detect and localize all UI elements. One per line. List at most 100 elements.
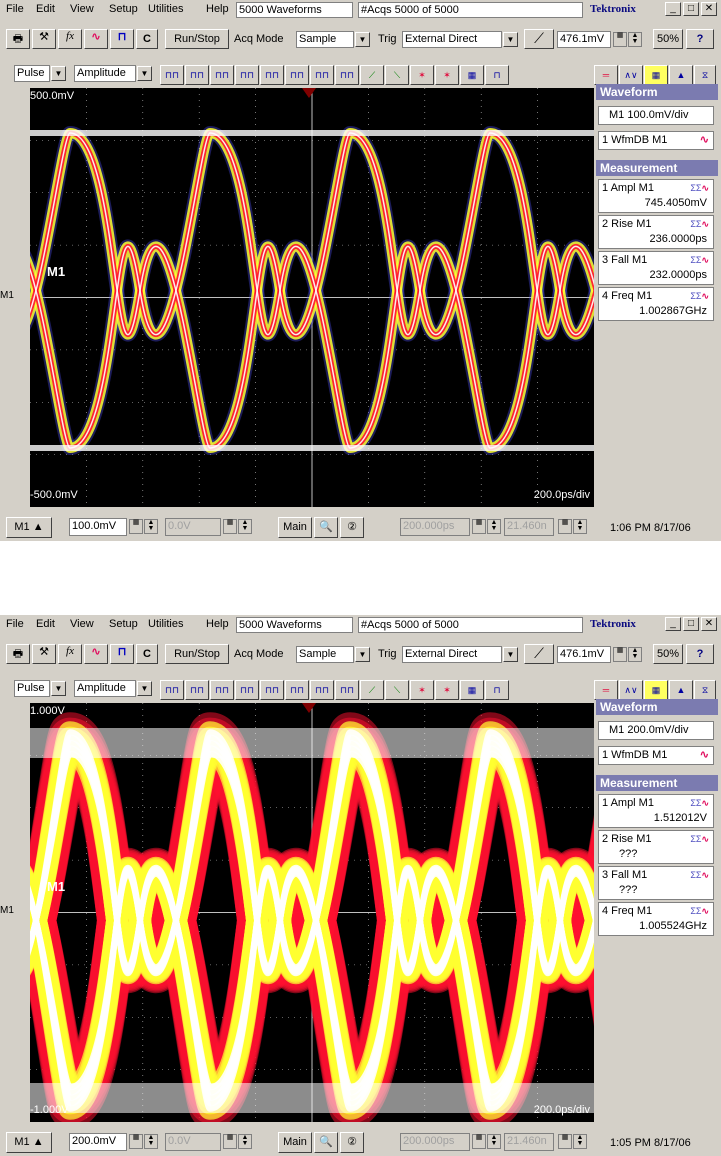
chevron-down-icon[interactable]: ▼	[137, 66, 152, 81]
spin-icon[interactable]: ▲ ▼	[487, 519, 501, 534]
tools-icon[interactable]: ⚒	[32, 644, 56, 664]
rise-meas-icon[interactable]: ⟋	[360, 680, 384, 700]
pulse-meas-icon[interactable]: ⊓	[485, 65, 509, 85]
horizontal-position-field[interactable]: 200.000ps	[400, 1133, 470, 1151]
histogram-icon[interactable]: ▲	[669, 65, 693, 85]
trigger-level-field[interactable]: 476.1mV	[557, 31, 611, 48]
c-button[interactable]: C	[136, 644, 158, 664]
pulse-meas-icon[interactable]: ⊓⊓	[285, 680, 309, 700]
fall-meas-icon[interactable]: ⟍	[385, 65, 409, 85]
histogram-icon[interactable]: ▦	[460, 65, 484, 85]
wfmdb-row[interactable]: 1 WfmDB M1 ∿	[598, 131, 714, 150]
trigger-position-marker[interactable]	[302, 88, 316, 98]
measurement-type-select[interactable]: Amplitude	[74, 680, 136, 697]
printer-icon[interactable]: 🖶	[6, 644, 30, 664]
measurement-row[interactable]: 1 Ampl M1 ΣΣ∿ 745.4050mV	[598, 179, 714, 213]
delay-field[interactable]: 21.460n	[504, 1133, 554, 1151]
histogram-icon[interactable]: ▲	[669, 680, 693, 700]
pulse-meas-icon[interactable]: ⊓⊓	[185, 680, 209, 700]
spin-icon[interactable]: ▲ ▼	[238, 1134, 252, 1149]
waveform-scale[interactable]: M1 200.0mV/div	[598, 721, 714, 740]
chevron-down-icon[interactable]: ▼	[51, 66, 66, 81]
minimize-button[interactable]: _	[665, 617, 681, 631]
tools-icon[interactable]: ⚒	[32, 29, 56, 49]
waveform-view-icon[interactable]: ∧∨	[619, 65, 643, 85]
function-icon[interactable]: fx	[58, 644, 82, 664]
trigger-source-select[interactable]: External Direct	[402, 646, 502, 663]
acq-mode-select[interactable]: Sample	[296, 31, 354, 48]
maximize-button[interactable]: □	[683, 2, 699, 16]
channel-ground-marker[interactable]: M1	[0, 905, 14, 916]
measurement-row[interactable]: 4 Freq M1 ΣΣ∿ 1.005524GHz	[598, 902, 714, 936]
measurement-category-select[interactable]: Pulse	[14, 65, 50, 82]
measure-icon[interactable]: ⊓	[110, 644, 134, 664]
maximize-button[interactable]: □	[683, 617, 699, 631]
run-stop-button[interactable]: Run/Stop	[165, 644, 229, 664]
keypad-icon[interactable]: ▦	[223, 1134, 237, 1149]
pulse-meas-icon[interactable]: ⊓⊓	[160, 680, 184, 700]
pulse-meas-icon[interactable]: ⊓⊓	[260, 680, 284, 700]
spin-icon[interactable]: ▲ ▼	[628, 32, 642, 47]
offset-field[interactable]: 0.0V	[165, 1133, 221, 1151]
vertical-scale-field[interactable]: 100.0mV	[69, 518, 127, 536]
run-stop-button[interactable]: Run/Stop	[165, 29, 229, 49]
menu-help[interactable]: Help	[206, 618, 229, 630]
measurement-row[interactable]: 1 Ampl M1 ΣΣ∿ 1.512012V	[598, 794, 714, 828]
delay-field[interactable]: 21.460n	[504, 518, 554, 536]
cursor-icon[interactable]: ═	[594, 680, 618, 700]
menu-file[interactable]: File	[6, 3, 24, 15]
help-button[interactable]: ?	[686, 29, 714, 49]
graticule-icon[interactable]: ▦	[644, 680, 668, 700]
chevron-down-icon[interactable]: ▼	[503, 647, 518, 662]
pulse-meas-icon[interactable]: ⊓⊓	[310, 680, 334, 700]
keypad-icon[interactable]: ▦	[129, 1134, 143, 1149]
keypad-icon[interactable]: ▦	[613, 647, 627, 662]
menu-setup[interactable]: Setup	[109, 618, 138, 630]
minimize-button[interactable]: _	[665, 2, 681, 16]
histogram-icon[interactable]: ▦	[460, 680, 484, 700]
graticule-icon[interactable]: ▦	[644, 65, 668, 85]
cursor-icon[interactable]: ⧖	[694, 680, 716, 700]
rise-meas-icon[interactable]: ⟋	[360, 65, 384, 85]
menu-utilities[interactable]: Utilities	[148, 618, 183, 630]
pulse-meas-icon[interactable]: ⊓⊓	[285, 65, 309, 85]
cursor-icon[interactable]: ⧖	[694, 65, 716, 85]
main-timebase-button[interactable]: Main	[278, 1132, 312, 1153]
chevron-down-icon[interactable]: ▼	[355, 647, 370, 662]
measure-icon[interactable]: ⊓	[110, 29, 134, 49]
jitter-meas-icon[interactable]: ✶	[435, 680, 459, 700]
measurement-type-select[interactable]: Amplitude	[74, 65, 136, 82]
channel-ground-marker[interactable]: M1	[0, 290, 14, 301]
pulse-meas-icon[interactable]: ⊓⊓	[335, 65, 359, 85]
zoom-out-icon[interactable]: ②	[340, 1132, 364, 1153]
pulse-meas-icon[interactable]: ⊓⊓	[160, 65, 184, 85]
pulse-meas-icon[interactable]: ⊓⊓	[185, 65, 209, 85]
pulse-meas-icon[interactable]: ⊓⊓	[235, 680, 259, 700]
menu-help[interactable]: Help	[206, 3, 229, 15]
offset-field[interactable]: 0.0V	[165, 518, 221, 536]
vertical-scale-field[interactable]: 200.0mV	[69, 1133, 127, 1151]
zoom-out-icon[interactable]: ②	[340, 517, 364, 538]
measurement-category-select[interactable]: Pulse	[14, 680, 50, 697]
wfmdb-row[interactable]: 1 WfmDB M1 ∿	[598, 746, 714, 765]
pulse-meas-icon[interactable]: ⊓	[485, 680, 509, 700]
measurement-row[interactable]: 4 Freq M1 ΣΣ∿ 1.002867GHz	[598, 287, 714, 321]
help-button[interactable]: ?	[686, 644, 714, 664]
waveform-view-icon[interactable]: ∧∨	[619, 680, 643, 700]
trigger-edge-icon[interactable]: ⟋	[524, 644, 554, 664]
horizontal-position-field[interactable]: 200.000ps	[400, 518, 470, 536]
measurement-row[interactable]: 3 Fall M1 ΣΣ∿ ???	[598, 866, 714, 900]
measurement-row[interactable]: 2 Rise M1 ΣΣ∿ 236.0000ps	[598, 215, 714, 249]
jitter-meas-icon[interactable]: ✶	[410, 680, 434, 700]
trigger-level-field[interactable]: 476.1mV	[557, 646, 611, 663]
trigger-source-select[interactable]: External Direct	[402, 31, 502, 48]
zoom-in-icon[interactable]: 🔍	[314, 517, 338, 538]
zoom-percent-button[interactable]: 50%	[653, 29, 683, 49]
keypad-icon[interactable]: ▦	[223, 519, 237, 534]
spin-icon[interactable]: ▲ ▼	[573, 519, 587, 534]
waveform-display[interactable]: 500.0mV -500.0mV 200.0ps/div M1	[30, 88, 594, 507]
menu-edit[interactable]: Edit	[36, 618, 55, 630]
measurement-row[interactable]: 3 Fall M1 ΣΣ∿ 232.0000ps	[598, 251, 714, 285]
spin-icon[interactable]: ▲ ▼	[487, 1134, 501, 1149]
zoom-percent-button[interactable]: 50%	[653, 644, 683, 664]
